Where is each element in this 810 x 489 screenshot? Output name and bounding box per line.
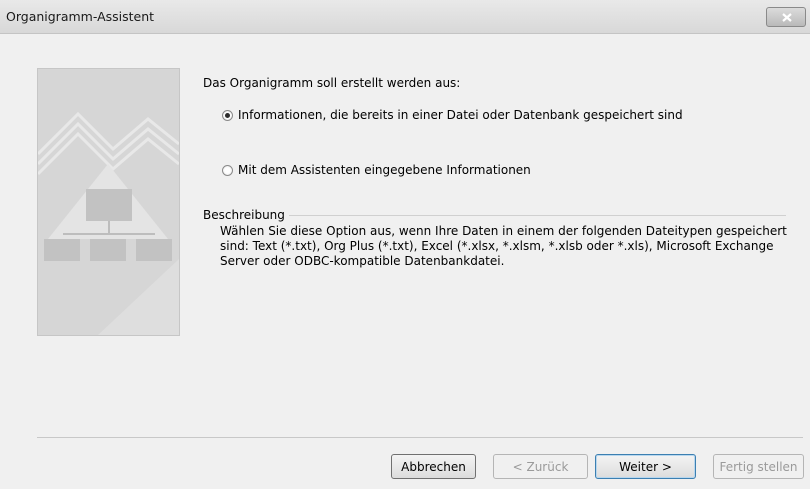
close-button[interactable] bbox=[766, 7, 806, 27]
option-wizard-input-label[interactable]: Mit dem Assistenten eingegebene Informat… bbox=[238, 163, 531, 177]
description-text: Wählen Sie diese Option aus, wenn Ihre D… bbox=[220, 224, 787, 268]
description-divider bbox=[289, 215, 786, 216]
option-wizard-input[interactable]: Mit dem Assistenten eingegebene Informat… bbox=[222, 163, 531, 177]
cancel-button[interactable]: Abbrechen bbox=[391, 454, 476, 479]
option-file-database-label[interactable]: Informationen, die bereits in einer Date… bbox=[238, 108, 683, 122]
radio-file-database[interactable] bbox=[222, 109, 233, 121]
intro-text: Das Organigramm soll erstellt werden aus… bbox=[203, 76, 461, 90]
next-button[interactable]: Weiter > bbox=[595, 454, 696, 479]
finish-button[interactable]: Fertig stellen bbox=[713, 454, 804, 479]
window-title: Organigramm-Assistent bbox=[6, 9, 155, 24]
footer-divider bbox=[37, 437, 803, 438]
description-label: Beschreibung bbox=[203, 208, 285, 222]
close-icon bbox=[782, 13, 792, 22]
back-button[interactable]: < Zurück bbox=[493, 454, 588, 479]
radio-wizard-input[interactable] bbox=[222, 164, 233, 176]
org-chart-illustration bbox=[37, 68, 180, 336]
option-file-database[interactable]: Informationen, die bereits in einer Date… bbox=[222, 108, 683, 122]
title-bar: Organigramm-Assistent bbox=[0, 0, 810, 34]
